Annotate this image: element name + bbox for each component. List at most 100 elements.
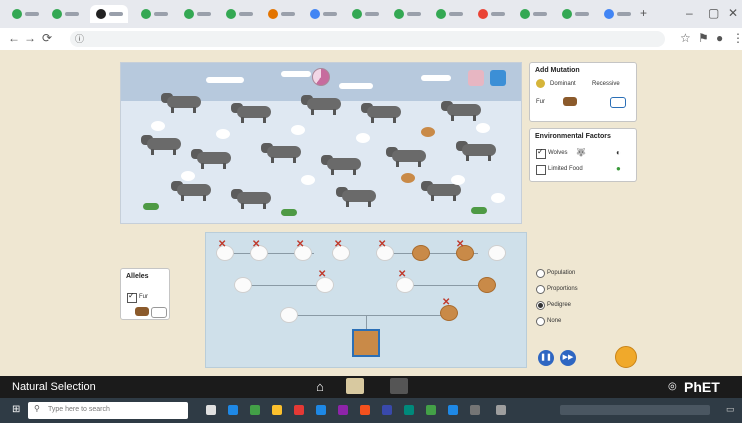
taskbar-app-icon[interactable] <box>228 405 238 415</box>
pedigree-bunny[interactable] <box>234 277 252 293</box>
tab-14[interactable] <box>556 5 594 23</box>
phet-logo: PhET <box>684 379 720 395</box>
taskbar-app-icon[interactable] <box>426 405 436 415</box>
notifications-icon[interactable]: ▭ <box>726 404 735 415</box>
reset-button[interactable] <box>615 346 637 368</box>
taskbar-app-icon[interactable] <box>470 405 480 415</box>
tab-10[interactable] <box>388 5 426 23</box>
forward-icon[interactable]: → <box>24 31 36 45</box>
step-forward-button[interactable]: ▶▶ <box>560 350 576 366</box>
fur-allele-checkbox[interactable] <box>127 291 137 303</box>
add-mutation-panel: Add Mutation Dominant Recessive Fur <box>529 62 637 122</box>
tab-9[interactable] <box>346 5 384 23</box>
pause-button[interactable]: ❚❚ <box>538 350 554 366</box>
url-field[interactable]: ⓘ <box>70 31 665 47</box>
new-tab-icon[interactable]: + <box>640 6 647 20</box>
bunny <box>401 173 415 183</box>
bunny <box>421 127 435 137</box>
windows-taskbar: ⊞ ⚲ Type here to search ▭ <box>0 398 742 423</box>
wolf <box>386 147 432 167</box>
none-label: None <box>547 318 562 324</box>
proportions-radio[interactable] <box>536 285 545 294</box>
wolf <box>141 135 187 155</box>
search-icon: ⚲ <box>34 404 40 413</box>
none-radio[interactable] <box>536 317 545 326</box>
brown-allele-swatch <box>135 307 149 316</box>
white-fur-recessive-button[interactable] <box>610 97 626 108</box>
tab-12[interactable] <box>472 5 510 23</box>
taskbar-app-icon[interactable] <box>250 405 260 415</box>
address-bar: ← → ⟳ ⓘ ☆ ⚑ ● ⋮ <box>0 28 742 51</box>
population-label: Population <box>547 270 576 276</box>
site-info-icon[interactable]: ⓘ <box>75 32 84 45</box>
taskbar-app-icon[interactable] <box>404 405 414 415</box>
bunny <box>476 123 490 133</box>
tab-13[interactable] <box>514 5 552 23</box>
taskbar-app-icon[interactable] <box>338 405 348 415</box>
tab-4[interactable] <box>135 5 173 23</box>
wolf <box>301 95 347 115</box>
menu-icon[interactable]: ⋮ <box>732 31 742 45</box>
task-view-icon[interactable] <box>206 405 216 415</box>
recessive-label: Recessive <box>592 81 620 87</box>
pedigree-bunny[interactable] <box>412 245 430 261</box>
taskbar-app-icon[interactable] <box>360 405 370 415</box>
windows-start-icon[interactable]: ⊞ <box>12 404 20 415</box>
tab-11[interactable] <box>430 5 468 23</box>
dead-marker-icon: ✕ <box>218 239 227 250</box>
tab-15[interactable] <box>598 5 636 23</box>
home-icon[interactable]: ⌂ <box>316 379 324 394</box>
limited-food-checkbox[interactable] <box>536 165 546 175</box>
dead-marker-icon: ✕ <box>252 239 261 250</box>
dead-marker-icon: ✕ <box>296 239 305 250</box>
wolf <box>441 101 487 121</box>
tab-7[interactable] <box>262 5 300 23</box>
selected-bunny[interactable] <box>352 329 380 357</box>
bookmark-star-icon[interactable]: ☆ <box>680 31 691 45</box>
pedigree-radio[interactable] <box>536 301 545 310</box>
pedigree-bunny[interactable] <box>478 277 496 293</box>
proportions-label: Proportions <box>547 286 578 292</box>
taskbar-app-icon[interactable] <box>294 405 304 415</box>
lab-screen-icon[interactable] <box>390 378 408 394</box>
bunny <box>301 175 315 185</box>
reload-icon[interactable]: ⟳ <box>42 31 52 45</box>
tab-1[interactable] <box>6 5 44 23</box>
brown-fur-dominant-button[interactable] <box>563 97 577 106</box>
close-window-icon[interactable]: ✕ <box>728 6 738 20</box>
pedigree-bunny[interactable] <box>488 245 506 261</box>
wolves-checkbox[interactable] <box>536 147 546 159</box>
intro-screen-icon[interactable] <box>346 378 364 394</box>
system-tray <box>560 405 710 415</box>
tab-6[interactable] <box>220 5 258 23</box>
equator-environment-icon[interactable] <box>468 70 484 86</box>
taskbar-app-icon[interactable] <box>448 405 458 415</box>
alleles-panel: Alleles Fur <box>120 268 170 320</box>
bunny <box>356 133 370 143</box>
tab-8[interactable] <box>304 5 342 23</box>
taskbar-app-icon[interactable] <box>382 405 392 415</box>
arctic-environment-icon[interactable] <box>490 70 506 86</box>
dead-marker-icon: ✕ <box>442 297 451 308</box>
dead-marker-icon: ✕ <box>334 239 343 250</box>
bunny <box>181 171 195 181</box>
extensions-icon[interactable]: ⚑ <box>698 31 709 45</box>
food-plant <box>143 203 159 210</box>
dead-marker-icon: ✕ <box>398 269 407 280</box>
taskbar-app-icon[interactable] <box>316 405 326 415</box>
cloud <box>421 75 451 81</box>
profile-icon[interactable]: ● <box>716 31 723 45</box>
population-radio[interactable] <box>536 269 545 278</box>
minimize-icon[interactable]: – <box>686 6 693 20</box>
taskbar-app-icon[interactable] <box>272 405 282 415</box>
tab-active[interactable] <box>90 5 128 23</box>
tab-5[interactable] <box>178 5 216 23</box>
taskbar-app-icon[interactable] <box>496 405 506 415</box>
pedigree-bunny[interactable] <box>280 307 298 323</box>
tab-2[interactable] <box>46 5 84 23</box>
back-icon[interactable]: ← <box>8 31 20 45</box>
phet-menu-icon[interactable]: ◎ <box>668 381 677 392</box>
maximize-icon[interactable]: ▢ <box>708 6 719 20</box>
wolf <box>321 155 367 175</box>
taskbar-search-input[interactable]: ⚲ Type here to search <box>28 402 188 419</box>
